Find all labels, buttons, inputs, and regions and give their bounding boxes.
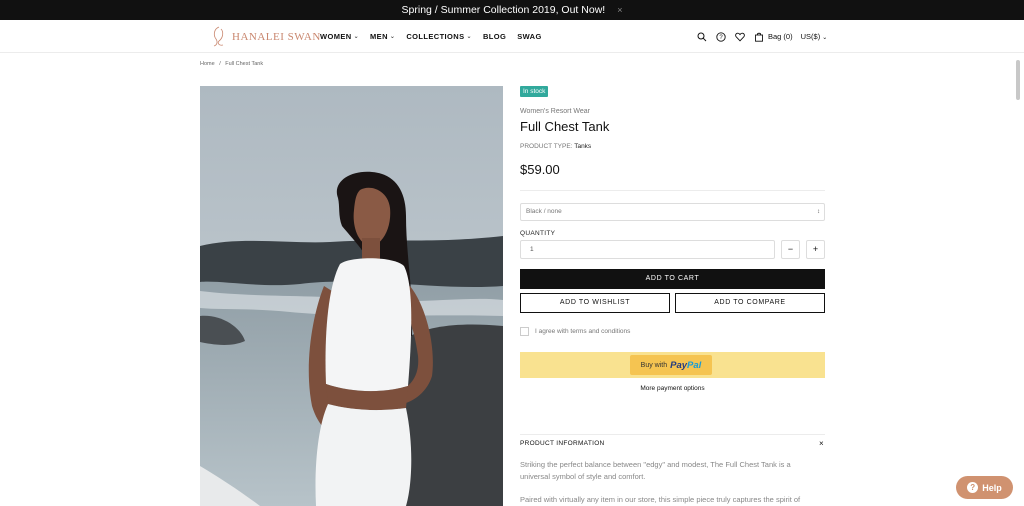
nav-item-collections[interactable]: COLLECTIONS ⌄ bbox=[406, 32, 472, 41]
svg-text:?: ? bbox=[719, 35, 723, 41]
nav-item-women[interactable]: WOMEN ⌄ bbox=[320, 32, 359, 41]
paypal-buy-label: Buy with bbox=[640, 361, 668, 369]
product-description: Striking the perfect balance between "ed… bbox=[520, 460, 791, 481]
breadcrumb: Home / Full Chest Tank bbox=[200, 61, 263, 67]
quantity-increase-button[interactable]: + bbox=[806, 240, 825, 259]
chevron-down-icon: ⌄ bbox=[389, 34, 396, 40]
paypal-container: Buy with PayPal bbox=[520, 352, 825, 378]
bag-icon[interactable] bbox=[753, 31, 764, 42]
main-nav: WOMEN ⌄ MEN ⌄ COLLECTIONS ⌄ BLOG SWAG bbox=[320, 20, 553, 53]
product-image[interactable] bbox=[200, 86, 503, 506]
brand-logo[interactable]: HANALEI SWAN bbox=[210, 25, 321, 49]
add-to-compare-button[interactable]: ADD TO COMPARE bbox=[675, 293, 825, 313]
variant-select[interactable]: Black / none ↕ bbox=[520, 203, 825, 221]
product-type-label: PRODUCT TYPE: bbox=[520, 143, 573, 150]
search-icon[interactable] bbox=[696, 31, 707, 42]
nav-item-label: SWAG bbox=[517, 32, 542, 41]
swan-logo-icon bbox=[213, 26, 224, 47]
nav-item-label: WOMEN bbox=[320, 32, 352, 41]
help-circle-icon[interactable]: ? bbox=[715, 31, 726, 42]
paypal-button[interactable]: Buy with PayPal bbox=[630, 355, 712, 375]
product-price: $59.00 bbox=[520, 162, 560, 177]
variant-value: Black / none bbox=[526, 208, 562, 215]
currency-label: US($) bbox=[800, 32, 821, 41]
brand-name: HANALEI SWAN bbox=[232, 31, 321, 43]
select-arrows-icon: ↕ bbox=[817, 209, 820, 215]
terms-row: I agree with terms and conditions bbox=[520, 327, 630, 336]
quantity-decrease-button[interactable]: − bbox=[781, 240, 800, 259]
heart-icon[interactable] bbox=[734, 31, 745, 42]
paypal-logo: PayPal bbox=[670, 359, 702, 371]
product-information-heading[interactable]: PRODUCT INFORMATION bbox=[520, 440, 605, 447]
site-header: HANALEI SWAN WOMEN ⌄ MEN ⌄ COLLECTIONS ⌄ BL… bbox=[0, 20, 1024, 53]
product-description-continued: Paired with virtually any item in our st… bbox=[520, 495, 801, 504]
nav-item-blog[interactable]: BLOG bbox=[483, 32, 506, 41]
promo-close-icon[interactable]: × bbox=[617, 5, 622, 15]
product-title: Full Chest Tank bbox=[520, 119, 610, 134]
collapse-icon[interactable]: × bbox=[819, 439, 824, 448]
breadcrumb-separator: / bbox=[219, 61, 221, 67]
help-button[interactable]: ? Help bbox=[956, 476, 1013, 499]
terms-checkbox[interactable] bbox=[520, 327, 529, 336]
more-payment-options-link[interactable]: More payment options bbox=[520, 385, 825, 392]
nav-item-swag[interactable]: SWAG bbox=[517, 32, 542, 41]
chevron-down-icon: ⌄ bbox=[353, 34, 360, 40]
terms-label[interactable]: I agree with terms and conditions bbox=[535, 328, 630, 335]
product-vendor[interactable]: Women's Resort Wear bbox=[520, 108, 590, 115]
product-type-value[interactable]: Tanks bbox=[574, 143, 591, 150]
nav-item-label: BLOG bbox=[482, 32, 507, 41]
quantity-input[interactable]: 1 bbox=[520, 240, 775, 259]
question-mark-icon: ? bbox=[967, 482, 979, 493]
help-label: Help bbox=[982, 482, 1002, 493]
nav-item-label: MEN bbox=[370, 32, 388, 41]
divider bbox=[520, 190, 825, 191]
promo-text: Spring / Summer Collection 2019, Out Now… bbox=[401, 4, 606, 16]
nav-item-label: COLLECTIONS bbox=[406, 32, 465, 41]
breadcrumb-home[interactable]: Home bbox=[200, 61, 215, 67]
add-to-wishlist-button[interactable]: ADD TO WISHLIST bbox=[520, 293, 670, 313]
product-type: PRODUCT TYPE: Tanks bbox=[520, 143, 591, 150]
nav-item-men[interactable]: MEN ⌄ bbox=[370, 32, 395, 41]
promo-bar: Spring / Summer Collection 2019, Out Now… bbox=[0, 0, 1024, 20]
bag-count[interactable]: Bag (0) bbox=[768, 32, 793, 41]
chevron-down-icon: ⌄ bbox=[822, 35, 828, 41]
header-actions: ? Bag (0) US($) ⌄ bbox=[696, 20, 827, 53]
page-scrollbar[interactable] bbox=[1016, 60, 1020, 100]
divider bbox=[520, 434, 825, 435]
currency-selector[interactable]: US($) ⌄ bbox=[801, 32, 828, 41]
stock-badge: In stock bbox=[520, 86, 549, 97]
product-photo bbox=[200, 86, 503, 506]
chevron-down-icon: ⌄ bbox=[466, 34, 472, 40]
add-to-cart-button[interactable]: ADD TO CART bbox=[520, 269, 825, 289]
quantity-label: QUANTITY bbox=[520, 230, 556, 237]
breadcrumb-current: Full Chest Tank bbox=[225, 61, 264, 67]
